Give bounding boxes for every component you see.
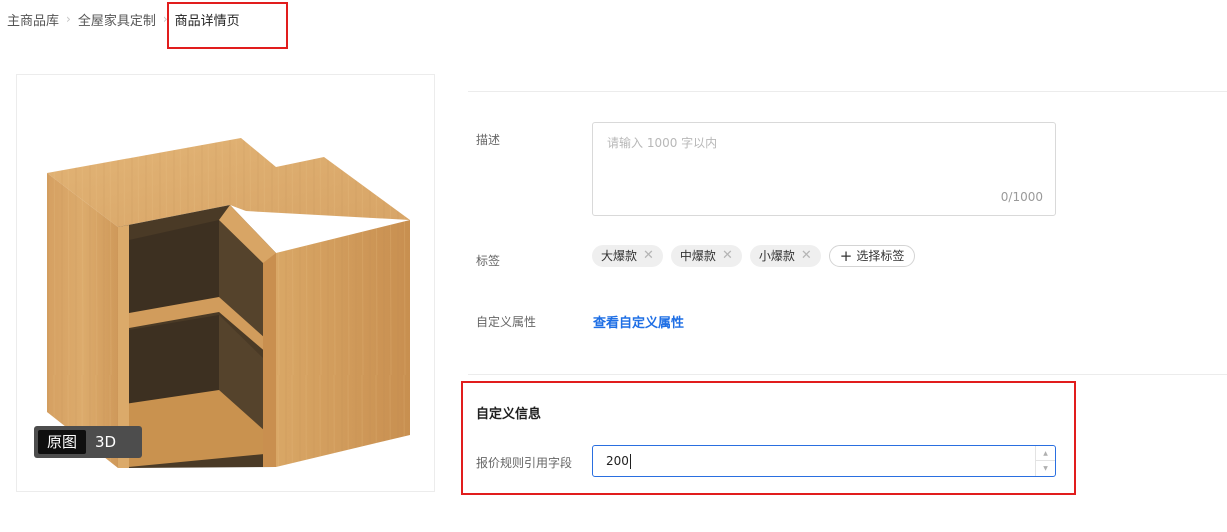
custom-info-title: 自定义信息 — [476, 407, 542, 422]
breadcrumb-item-main-library[interactable]: 主商品库 — [7, 10, 59, 29]
toggle-original-image[interactable]: 原图 — [38, 430, 87, 454]
tag-label: 小爆款 — [758, 249, 795, 263]
quote-rule-field-value: 200 — [606, 446, 631, 476]
tags-label: 标签 — [476, 254, 501, 268]
tag-item: 大爆款 ✕ — [592, 245, 663, 267]
toggle-3d-view[interactable]: 3D — [86, 430, 125, 454]
breadcrumb-item-current: 商品详情页 — [174, 13, 240, 29]
stepper-up-icon[interactable]: ▲ — [1036, 446, 1055, 461]
quote-rule-field-input[interactable]: 200 ▲ ▼ — [592, 445, 1056, 477]
close-icon[interactable]: ✕ — [643, 245, 654, 267]
description-placeholder: 请输入 1000 字以内 — [607, 136, 718, 150]
select-tags-label: 选择标签 — [856, 249, 905, 263]
text-caret — [629, 454, 631, 469]
quote-rule-field-label: 报价规则引用字段 — [476, 456, 573, 470]
close-icon[interactable]: ✕ — [722, 245, 733, 267]
breadcrumb: 主商品库 › 全屋家具定制 › 商品详情页 — [7, 9, 240, 29]
view-custom-attrs-link[interactable]: 查看自定义属性 — [593, 312, 684, 331]
input-value-text: 200 — [606, 454, 629, 468]
select-tags-button[interactable]: + 选择标签 — [828, 245, 916, 267]
plus-icon: + — [839, 247, 853, 265]
number-stepper: ▲ ▼ — [1035, 446, 1055, 476]
description-textarea[interactable]: 请输入 1000 字以内 0/1000 — [592, 122, 1056, 216]
close-icon[interactable]: ✕ — [801, 245, 812, 267]
tag-label: 大爆款 — [601, 249, 638, 263]
description-char-counter: 0/1000 — [1000, 190, 1043, 204]
description-label: 描述 — [476, 133, 501, 147]
breadcrumb-item-custom-furniture[interactable]: 全屋家具定制 — [78, 10, 156, 29]
product-image-panel: 原图 3D — [16, 74, 435, 492]
section-divider — [468, 374, 1227, 375]
custom-info-highlight-box — [461, 381, 1076, 495]
custom-attrs-label: 自定义属性 — [476, 315, 537, 329]
tag-list: 大爆款 ✕ 中爆款 ✕ 小爆款 ✕ + 选择标签 — [592, 245, 916, 267]
tag-label: 中爆款 — [679, 249, 716, 263]
view-mode-toggle: 原图 3D — [34, 426, 142, 458]
tag-item: 小爆款 ✕ — [749, 245, 821, 267]
tag-item: 中爆款 ✕ — [670, 245, 742, 267]
breadcrumb-separator: › — [162, 12, 168, 26]
section-divider — [468, 91, 1227, 92]
stepper-down-icon[interactable]: ▼ — [1036, 461, 1055, 476]
breadcrumb-separator: › — [66, 12, 71, 26]
